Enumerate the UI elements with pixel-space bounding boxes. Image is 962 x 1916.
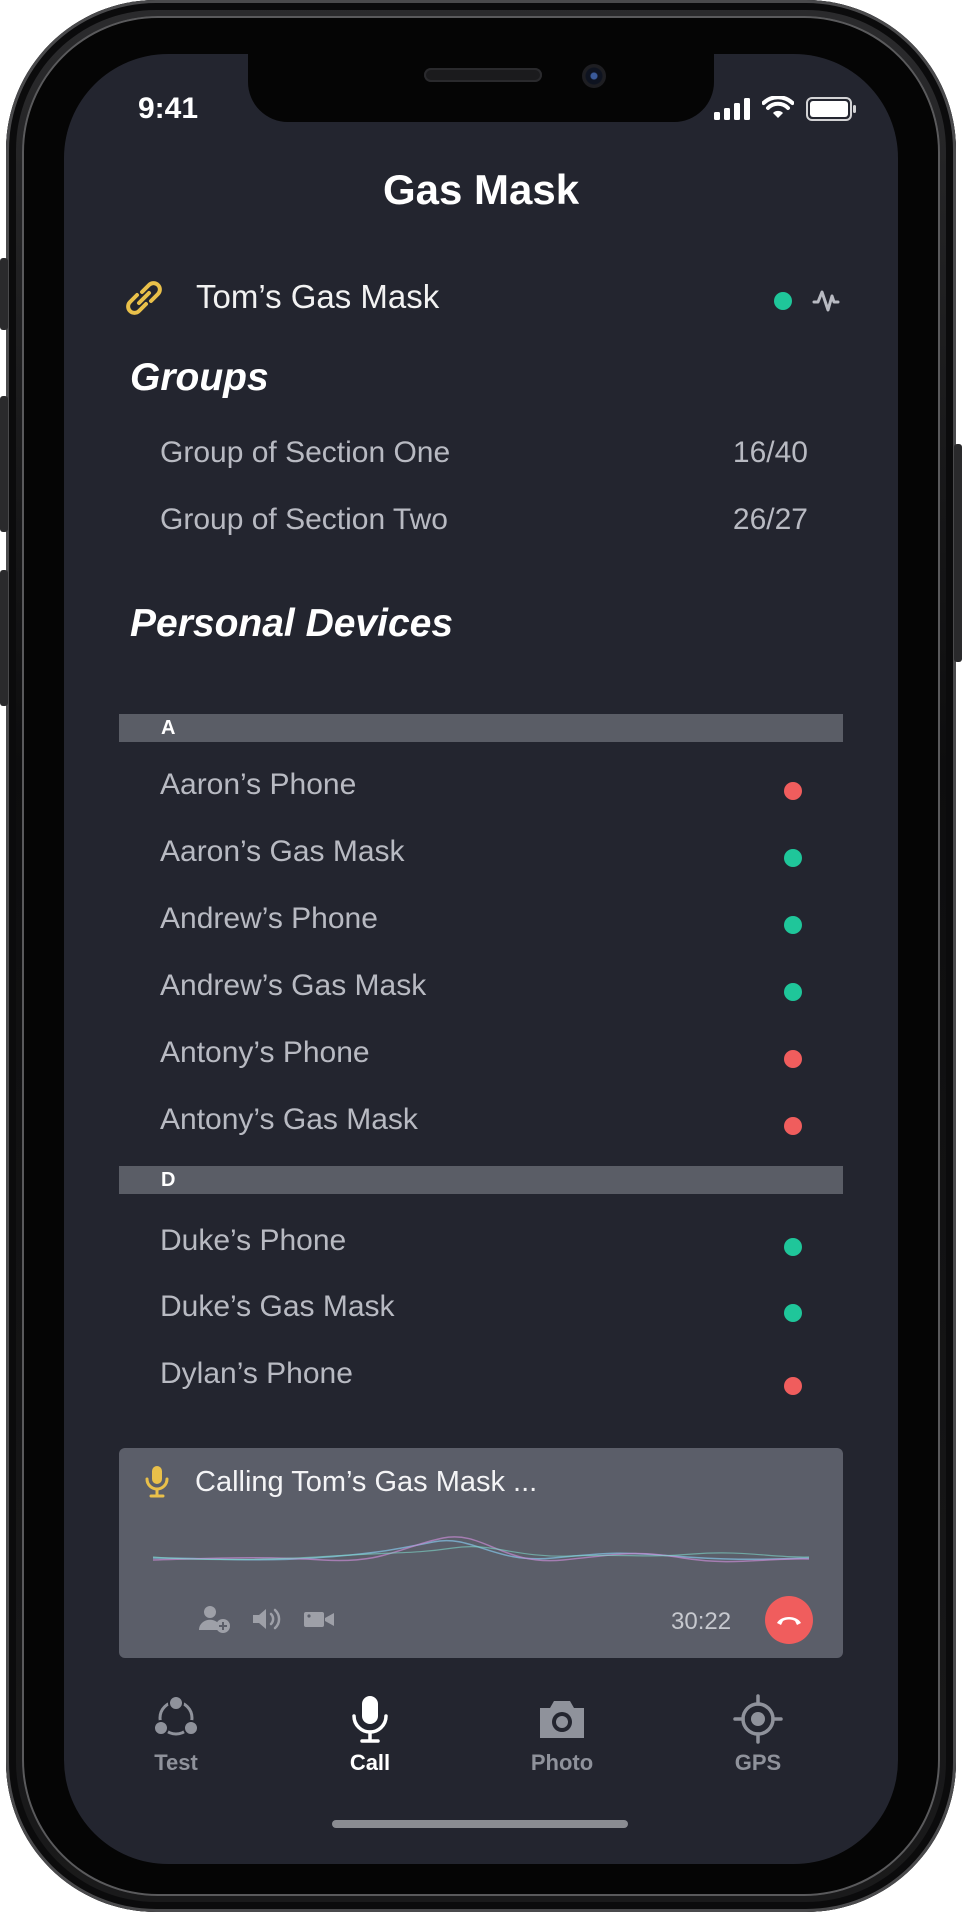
microphone-icon <box>352 1696 388 1743</box>
tab-call[interactable]: Call <box>290 1694 450 1794</box>
test-icon <box>153 1695 199 1736</box>
status-dot-offline <box>784 782 802 800</box>
notch <box>248 54 714 122</box>
status-dot-offline <box>784 1117 802 1135</box>
device-row[interactable]: Duke’s Gas Mask <box>64 1280 898 1340</box>
group-label: Group of Section Two <box>160 503 448 536</box>
groups-heading: Groups <box>130 356 269 399</box>
phone-side-button <box>0 396 8 532</box>
speaker-icon[interactable] <box>251 1604 283 1634</box>
tab-label: Test <box>154 1750 198 1775</box>
tab-label: Photo <box>530 1750 594 1775</box>
phone-side-button <box>0 570 8 706</box>
status-dot-online <box>784 849 802 867</box>
device-row[interactable]: Andrew’s Gas Mask <box>64 959 898 1019</box>
status-dot-online <box>784 983 802 1001</box>
wifi-icon <box>762 96 794 118</box>
calling-status: Calling Tom’s Gas Mask ... <box>195 1466 538 1498</box>
tab-label: Call <box>349 1750 391 1775</box>
device-row[interactable]: Duke’s Phone <box>64 1214 898 1274</box>
screen: 9:41 Gas Mask Tom’s Gas Mask Groups Grou… <box>64 54 898 1864</box>
section-index-bar: A <box>119 714 843 742</box>
device-label: Antony’s Phone <box>160 1036 370 1069</box>
device-label: Andrew’s Phone <box>160 902 378 935</box>
device-label: Aaron’s Gas Mask <box>160 835 405 868</box>
status-icons <box>714 94 864 124</box>
device-row[interactable]: Dylan’s Phone <box>64 1347 898 1407</box>
phone-side-button <box>954 444 962 662</box>
connected-device-name: Tom’s Gas Mask <box>196 278 440 315</box>
connection-status-dot <box>774 292 792 310</box>
battery-icon <box>806 97 856 121</box>
section-letter: D <box>161 1169 176 1191</box>
page-title: Gas Mask <box>382 166 580 213</box>
device-row[interactable]: Antony’s Gas Mask <box>64 1093 898 1153</box>
hang-up-icon <box>777 1617 801 1625</box>
device-row[interactable]: Andrew’s Phone <box>64 892 898 952</box>
status-dot-online <box>784 1238 802 1256</box>
group-row[interactable]: Group of Section Two 26/27 <box>64 495 898 549</box>
call-timer: 30:22 <box>671 1608 732 1635</box>
microphone-icon <box>145 1466 169 1498</box>
front-camera <box>582 64 606 88</box>
device-label: Duke’s Phone <box>160 1224 347 1257</box>
cellular-signal-icon <box>714 98 750 120</box>
status-dot-online <box>784 1304 802 1322</box>
device-label: Dylan’s Phone <box>160 1357 353 1390</box>
group-count: 16/40 <box>732 436 808 469</box>
signal-wave-icon[interactable] <box>810 284 842 316</box>
voice-waveform <box>153 1536 809 1563</box>
group-row[interactable]: Group of Section One 16/40 <box>64 428 898 482</box>
phone-side-button <box>0 258 8 330</box>
status-dot-offline <box>784 1377 802 1395</box>
section-letter: A <box>161 717 176 739</box>
status-dot-online <box>784 916 802 934</box>
speaker-grille <box>424 68 542 82</box>
camera-icon <box>540 1701 584 1738</box>
gps-icon <box>733 1694 783 1744</box>
connected-device-row[interactable]: Tom’s Gas Mask <box>64 264 898 334</box>
device-label: Antony’s Gas Mask <box>160 1103 418 1136</box>
link-icon <box>126 281 162 315</box>
device-label: Aaron’s Phone <box>160 768 357 801</box>
device-label: Andrew’s Gas Mask <box>160 969 427 1002</box>
tab-test[interactable]: Test <box>96 1694 256 1794</box>
device-row[interactable]: Aaron’s Gas Mask <box>64 825 898 885</box>
device-row[interactable]: Aaron’s Phone <box>64 758 898 818</box>
group-label: Group of Section One <box>160 436 451 469</box>
video-icon[interactable] <box>303 1604 335 1634</box>
group-count: 26/27 <box>732 503 808 536</box>
personal-devices-heading: Personal Devices <box>130 602 454 645</box>
hang-up-button[interactable] <box>765 1596 813 1644</box>
tab-photo[interactable]: Photo <box>482 1694 642 1794</box>
device-row[interactable]: Antony’s Phone <box>64 1026 898 1086</box>
status-time: 9:41 <box>138 92 199 125</box>
section-index-bar: D <box>119 1166 843 1194</box>
device-label: Duke’s Gas Mask <box>160 1290 395 1323</box>
add-user-icon[interactable] <box>199 1604 231 1634</box>
tab-label: GPS <box>734 1750 782 1775</box>
call-panel: Calling Tom’s Gas Mask ... 30:22 <box>119 1448 843 1658</box>
status-dot-offline <box>784 1050 802 1068</box>
home-indicator[interactable] <box>332 1820 628 1828</box>
tab-gps[interactable]: GPS <box>678 1694 838 1794</box>
